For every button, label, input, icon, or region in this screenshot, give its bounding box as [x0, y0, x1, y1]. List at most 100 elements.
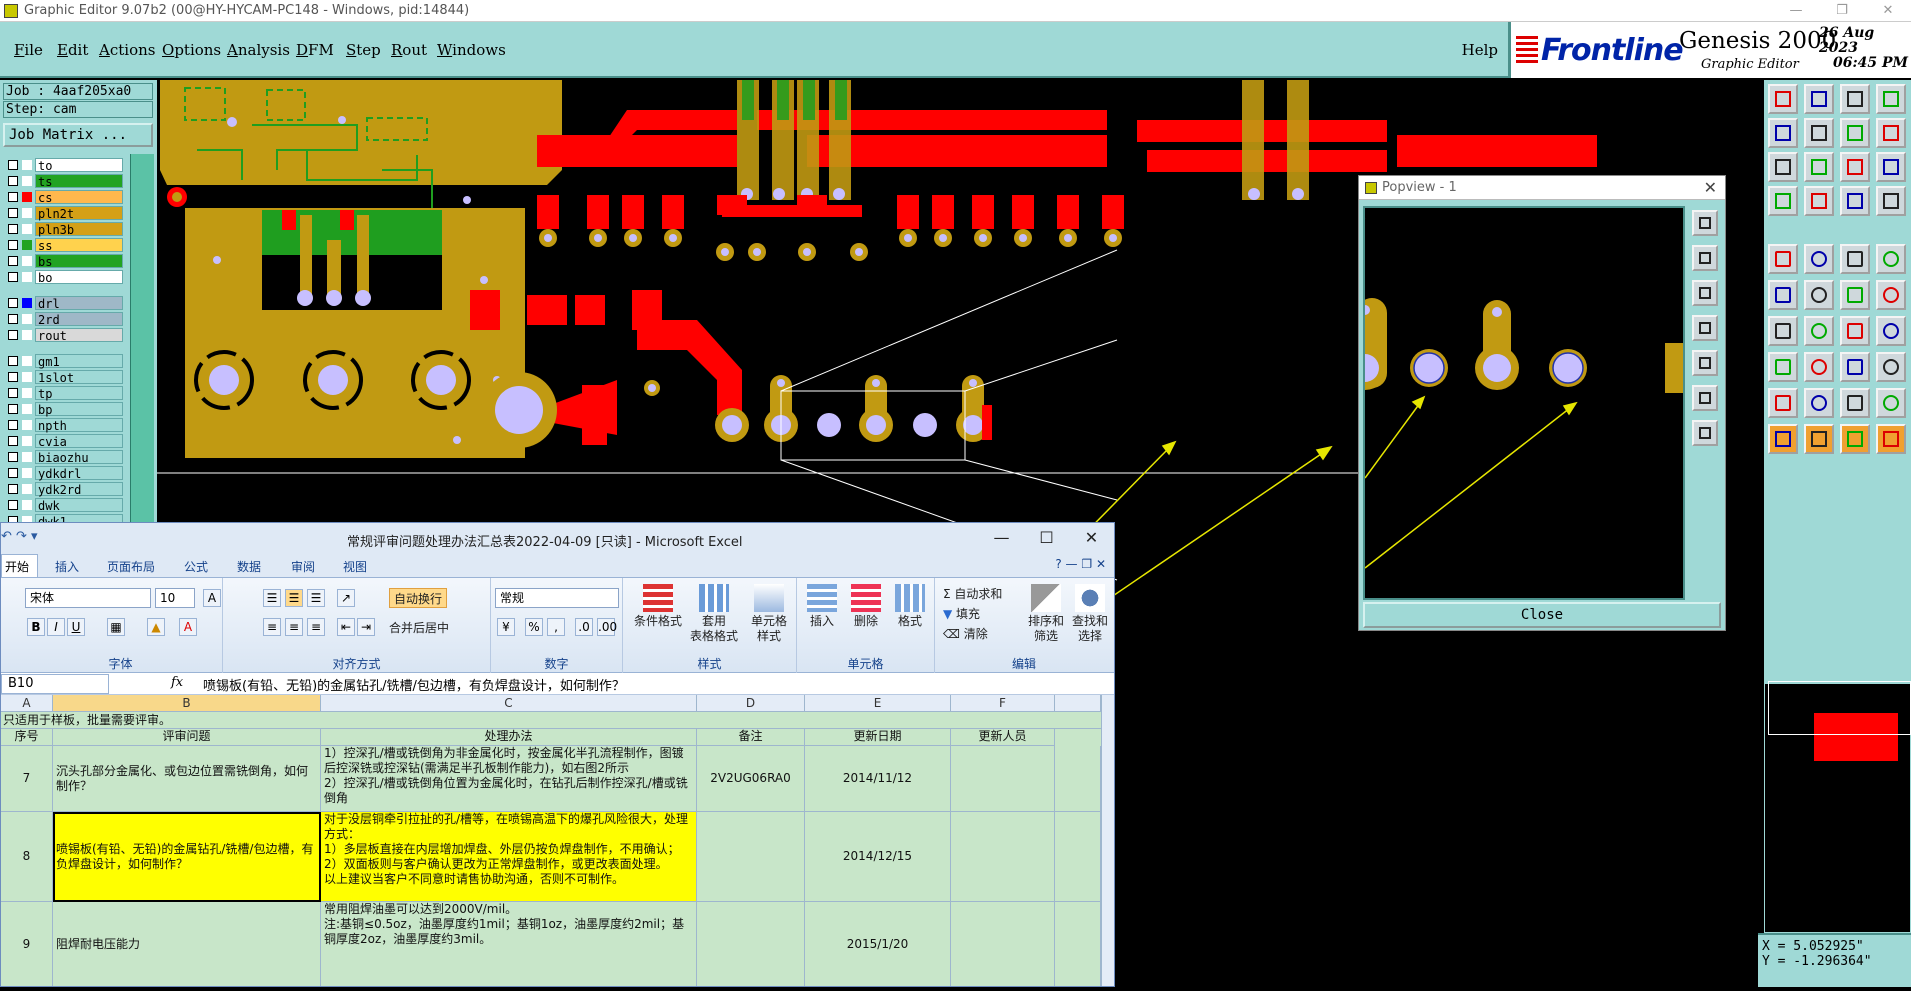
layer-row-drl[interactable]: drl [3, 295, 127, 311]
note-row[interactable]: 只适用于样板，批量需要评审。 [1, 713, 1101, 729]
home-button[interactable] [1692, 385, 1718, 411]
decrease-decimal-icon[interactable]: .00 [597, 618, 617, 636]
menu-edit[interactable]: Edit [57, 41, 88, 59]
snap-tool-button[interactable] [1840, 388, 1870, 418]
layer-name[interactable]: ydkdrl [35, 466, 123, 481]
layer-row-bo[interactable]: bo [3, 269, 127, 285]
layer-scrollbar[interactable] [130, 154, 154, 522]
table-cell-method[interactable]: 1）控深孔/槽或铣倒角为非金属化时，按金属化半孔流程制作，图镀后控深铣或控深钻(… [321, 746, 697, 812]
layer-name[interactable]: 1slot [35, 370, 123, 385]
delete-cells-button[interactable]: 删除 [845, 584, 887, 629]
table-cell-method[interactable]: 对于没层铜牵引拉扯的孔/槽等，在喷锡高温下的爆孔风险很大，处理方式： 1）多层板… [321, 812, 697, 902]
menu-rout[interactable]: Rout [391, 41, 427, 59]
decrease-indent-icon[interactable]: ⇤ [337, 618, 355, 636]
align-top-icon[interactable]: ☰ [263, 589, 281, 607]
layer-row-1slot[interactable]: 1slot [3, 369, 127, 385]
layer-row-bs[interactable]: bs [3, 253, 127, 269]
ruler-tool-button[interactable] [1804, 186, 1834, 216]
name-box[interactable]: B10 [1, 674, 109, 694]
table-cell-person[interactable] [951, 902, 1055, 986]
layer-row-npth[interactable]: npth [3, 417, 127, 433]
measure-tool-button[interactable] [1768, 186, 1798, 216]
underline-button[interactable]: U [67, 618, 85, 636]
break-tool-button[interactable] [1804, 280, 1834, 310]
copy-tool-button[interactable] [1804, 84, 1834, 114]
zoom-tool-button[interactable] [1876, 424, 1906, 454]
layer-name[interactable]: bp [35, 402, 123, 417]
insert-cells-button[interactable]: 插入 [801, 584, 843, 629]
pointer-tool-button[interactable] [1804, 352, 1834, 382]
table-header-cell[interactable]: 更新日期 [805, 729, 951, 746]
column-header[interactable] [1055, 695, 1101, 712]
table-cell-issue[interactable]: 沉头孔部分金属化、或包边位置需铣倒角，如何制作？ [53, 746, 321, 812]
lasso-tool-button[interactable] [1840, 352, 1870, 382]
conditional-format-button[interactable]: 条件格式 [631, 584, 685, 629]
layer-checkbox[interactable] [8, 192, 18, 202]
layer-name[interactable]: bs [35, 254, 123, 269]
move-tool-button[interactable] [1768, 84, 1798, 114]
bold-button[interactable]: B [27, 618, 45, 636]
layer-name[interactable]: ss [35, 238, 123, 253]
scale-tool-button[interactable] [1804, 152, 1834, 182]
align-right-icon[interactable]: ≡ [307, 618, 325, 636]
popview-canvas[interactable] [1363, 206, 1685, 600]
layer-checkbox[interactable] [8, 224, 18, 234]
layer-checkbox[interactable] [8, 484, 18, 494]
table-cell-date[interactable]: 2014/11/12 [805, 746, 951, 812]
outline-tool-button[interactable] [1840, 316, 1870, 346]
menu-help[interactable]: Help [1462, 41, 1498, 59]
tab-view[interactable]: 视图 [343, 558, 367, 575]
popview-close-button[interactable]: Close [1363, 602, 1721, 628]
comma-icon[interactable]: , [547, 618, 565, 636]
table-cell-empty[interactable] [1055, 812, 1101, 902]
layer-checkbox[interactable] [8, 436, 18, 446]
tab-home[interactable]: 开始 [1, 554, 39, 577]
sort-filter-button[interactable]: 排序和 筛选 [1025, 584, 1067, 644]
profile-tool-button[interactable] [1840, 186, 1870, 216]
layer-checkbox[interactable] [8, 160, 18, 170]
layer-row-ts[interactable]: ts [3, 173, 127, 189]
column-header[interactable]: B [53, 695, 321, 712]
close-icon[interactable]: ✕ [1865, 0, 1911, 22]
grow-font-icon[interactable]: A [203, 589, 221, 607]
layer-checkbox[interactable] [8, 404, 18, 414]
resize-tool-button[interactable] [1840, 424, 1870, 454]
tab-page-layout[interactable]: 页面布局 [107, 558, 155, 575]
table-cell-empty[interactable] [1055, 902, 1101, 986]
layer-checkbox[interactable] [8, 208, 18, 218]
table-cell-empty[interactable] [1055, 746, 1101, 812]
formula-input[interactable]: 喷锡板(有铅、无铅)的金属钻孔/铣槽/包边槽，有负焊盘设计，如何制作？ [203, 675, 625, 694]
cut-tool-button[interactable] [1840, 244, 1870, 274]
layer-name[interactable]: to [35, 158, 123, 173]
fit-button[interactable] [1692, 280, 1718, 306]
font-color-icon[interactable]: A [179, 618, 197, 636]
autosum-button[interactable]: Σ 自动求和 [943, 584, 1002, 604]
increase-decimal-icon[interactable]: .0 [575, 618, 593, 636]
clear-button[interactable]: ⌫ 清除 [943, 624, 988, 644]
layer-checkbox[interactable] [8, 240, 18, 250]
table-cell-method[interactable]: 常用阻焊油墨可以达到2000V/mil。 注:基铜≤0.5oz，油墨厚度约1mi… [321, 902, 697, 986]
column-header[interactable]: F [951, 695, 1055, 712]
format-as-table-button[interactable]: 套用 表格格式 [687, 584, 741, 644]
split-tool-button[interactable] [1876, 244, 1906, 274]
table-header-cell[interactable]: 备注 [697, 729, 805, 746]
layer-row-rout[interactable]: rout [3, 327, 127, 343]
restore-icon[interactable]: ❐ [1819, 0, 1865, 22]
column-header[interactable]: C [321, 695, 697, 712]
align-center-icon[interactable]: ≡ [285, 618, 303, 636]
number-format-select[interactable]: 常规 [495, 588, 619, 608]
zoom-in-button[interactable] [1692, 210, 1718, 236]
menu-file[interactable]: File [14, 41, 43, 59]
copy-tool-button[interactable] [1804, 388, 1834, 418]
layer-name[interactable]: gm1 [35, 354, 123, 369]
menu-step[interactable]: Step [346, 41, 381, 59]
column-header[interactable]: D [697, 695, 805, 712]
grid-tool-button[interactable] [1840, 152, 1870, 182]
zoom-out-button[interactable] [1692, 245, 1718, 271]
select-tool-button[interactable] [1768, 352, 1798, 382]
layer-name[interactable]: pln2t [35, 206, 123, 221]
pan-button[interactable] [1692, 315, 1718, 341]
surface-tool-button[interactable] [1876, 316, 1906, 346]
menu-dfm[interactable]: DFM [296, 41, 334, 59]
table-cell-date[interactable]: 2015/1/20 [805, 902, 951, 986]
